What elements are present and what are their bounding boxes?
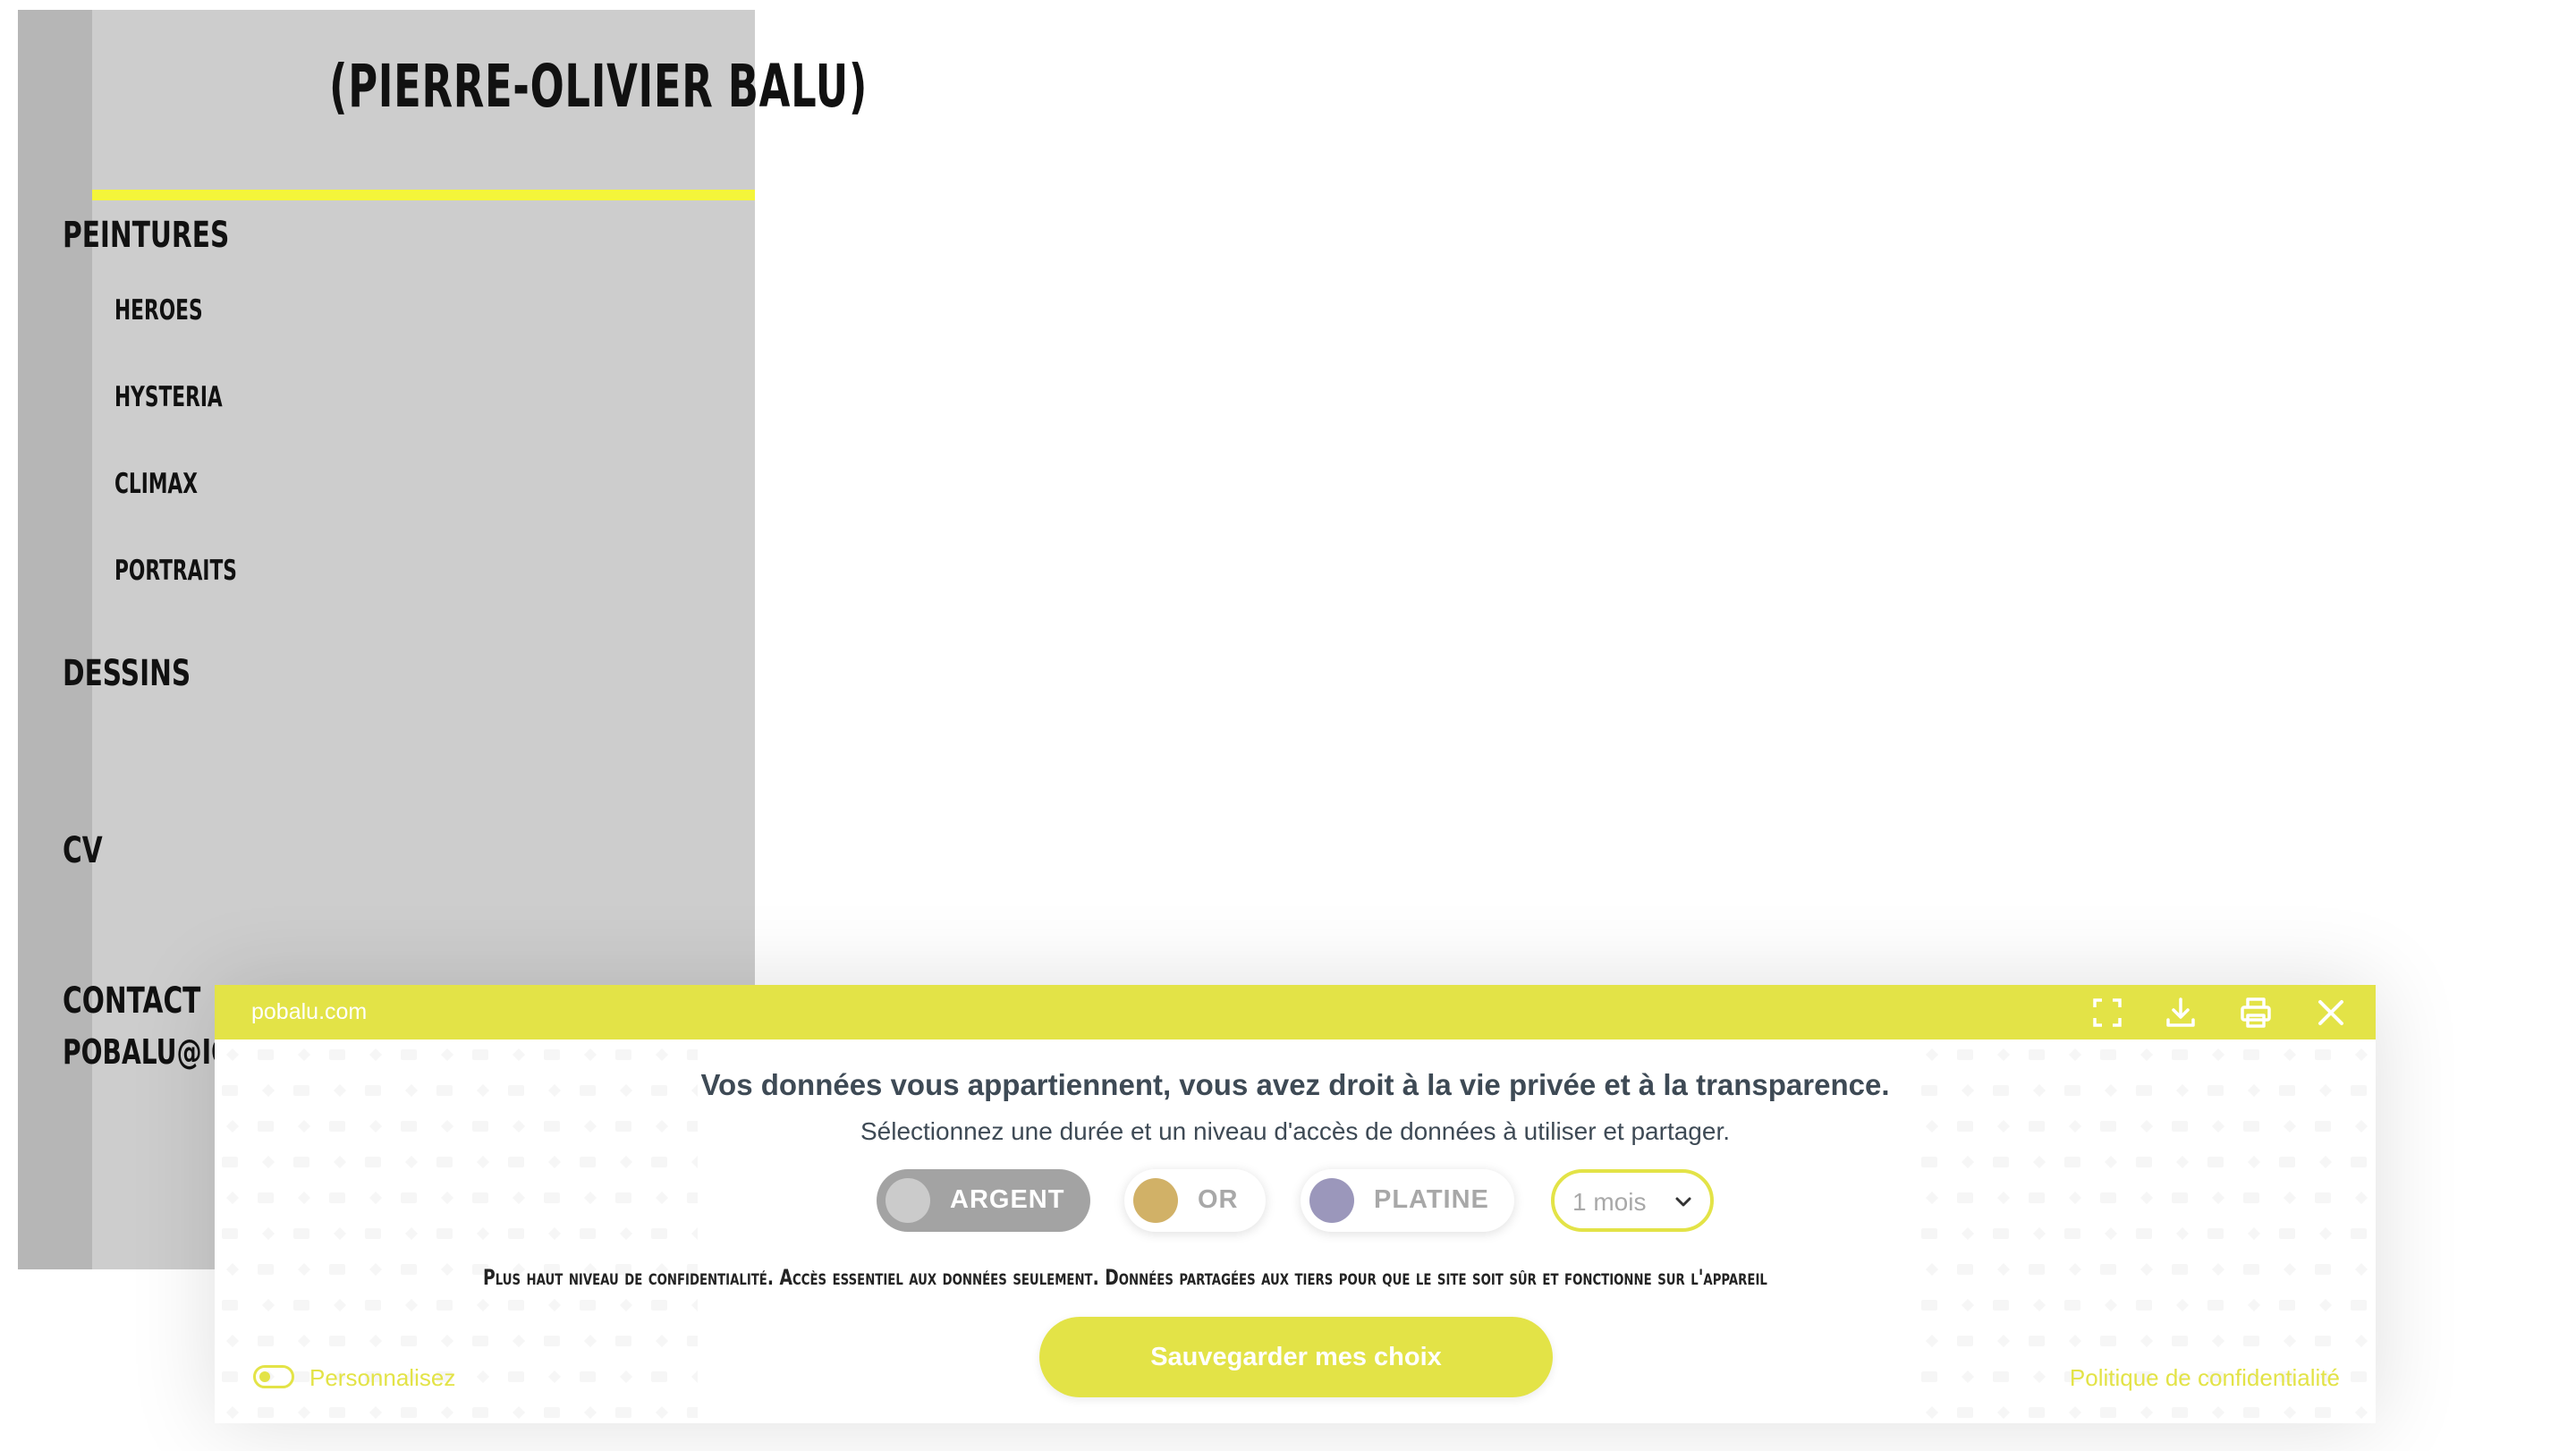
level-label: OR [1198,1185,1239,1214]
banner-title-bar: pobalu.com [215,985,2376,1039]
nav-cv[interactable]: CV [63,830,103,871]
level-label: ARGENT [950,1185,1065,1214]
level-dot [1309,1178,1354,1223]
nav-dessins[interactable]: DESSINS [63,653,191,694]
fullscreen-icon[interactable] [2090,996,2124,1030]
nav-peintures[interactable]: PEINTURES [63,215,229,256]
download-icon[interactable] [2164,996,2198,1030]
nav-heroes[interactable]: HEROES [114,294,203,327]
nav-contact[interactable]: CONTACT [63,980,200,1022]
privacy-policy-link[interactable]: Politique de confidentialité [2070,1364,2340,1392]
level-argent-option[interactable]: ARGENT [877,1169,1090,1232]
consent-subheading: Sélectionnez une durée et un niveau d'ac… [860,1117,1730,1145]
banner-domain: pobalu.com [251,999,368,1024]
consent-heading: Vos données vous appartiennent, vous ave… [700,1068,1890,1101]
sidebar-left-strip [18,10,92,1269]
save-choices-button[interactable]: Sauvegarder mes choix [1039,1317,1553,1397]
level-or-option[interactable]: OR [1124,1169,1266,1232]
customize-toggle[interactable] [253,1365,294,1388]
header-accent-rule [92,190,755,200]
toggle-knob [259,1371,270,1382]
duration-select[interactable]: 1 mois [1551,1169,1714,1232]
consent-banner: pobalu.com Vos données vous appartiennen… [215,985,2376,1423]
level-label: PLATINE [1374,1185,1489,1214]
level-description: Plus haut niveau de confidentialité. Acc… [483,1265,1767,1290]
level-dot [886,1178,930,1223]
chevron-down-icon [1675,1197,1691,1207]
level-dot [1133,1178,1178,1223]
duration-value: 1 mois [1572,1188,1647,1216]
print-icon[interactable] [2239,996,2273,1030]
customize-link[interactable]: Personnalisez [309,1364,455,1392]
nav-climax[interactable]: CLIMAX [114,468,198,500]
close-icon[interactable] [2314,996,2348,1030]
nav-portraits[interactable]: PORTRAITS [114,555,237,587]
level-platine-option[interactable]: PLATINE [1301,1169,1514,1232]
nav-hysteria[interactable]: HYSTERIA [114,381,223,413]
site-title[interactable]: (PIERRE-OLIVIER BALU) [329,52,868,121]
